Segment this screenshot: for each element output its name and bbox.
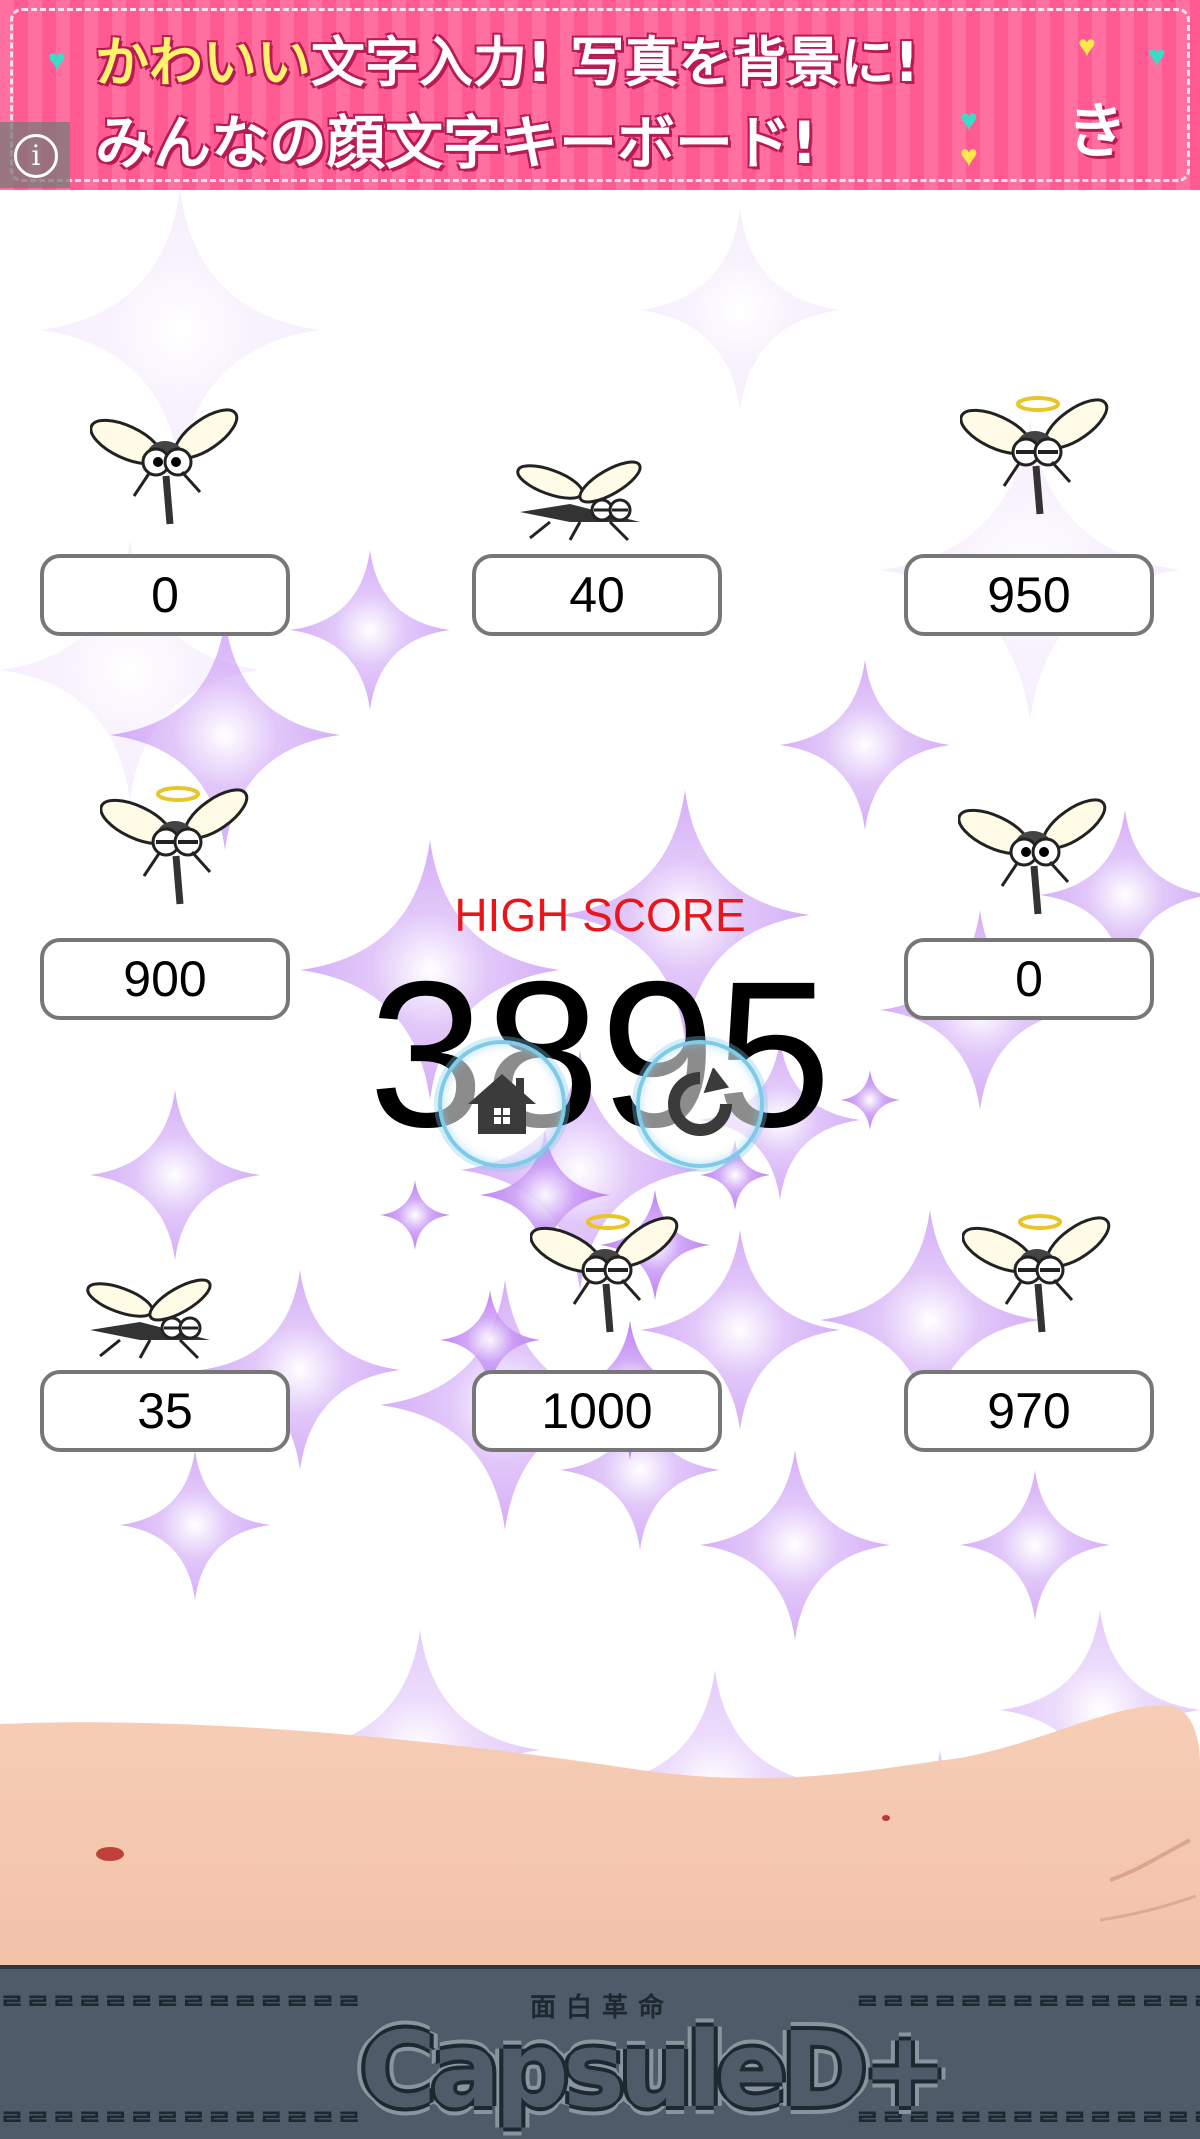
retry-icon <box>668 1068 732 1136</box>
mosquito-icon <box>529 1208 680 1343</box>
mosquito-icon <box>89 400 240 535</box>
score-box: 35 <box>40 1370 290 1452</box>
score-box: 0 <box>40 554 290 636</box>
heart-icon: ♥ <box>960 140 978 173</box>
ad-headline: かわいい文字入力! 写真を背景に! <box>95 31 920 94</box>
brand-name: CapsuleD+ <box>360 2009 949 2131</box>
mosquito-icon <box>80 1270 220 1365</box>
game-area: 0 40 950 900 0 35 1000 970 HIGH SCORE 38… <box>0 190 1200 1965</box>
score-box: 40 <box>472 554 722 636</box>
home-icon <box>468 1074 536 1134</box>
ad-subheadline: みんなの顔文字キーボード! <box>95 109 818 177</box>
retry-button[interactable] <box>636 1040 764 1168</box>
ad-banner[interactable]: ♥ ♥ ♥ ♥ ♥ かわいい文字入力! 写真を背景に! みんなの顔文字キーボード… <box>0 0 1200 190</box>
arm-image <box>0 1705 1200 1965</box>
mosquito-icon <box>961 1208 1112 1343</box>
ad-logo: きゅ? <box>1067 97 1127 167</box>
info-icon: i <box>14 134 58 178</box>
footer-banner[interactable]: ᄅᄅᄅᄅᄅᄅᄅᄅᄅᄅᄅᄅᄅᄅᄅᄅᄅᄅᄅᄅᄅᄅᄅᄅᄅᄅᄅᄅᄅᄅᄅᄅᄅᄅᄅᄅᄅᄅᄅᄅ… <box>0 1965 1200 2139</box>
score-box: 1000 <box>472 1370 722 1452</box>
heart-icon: ♥ <box>1078 30 1096 63</box>
ad-info-button[interactable]: i <box>0 122 70 188</box>
heart-icon: ♥ <box>48 44 66 77</box>
mosquito-icon <box>959 390 1110 525</box>
score-box: 970 <box>904 1370 1154 1452</box>
heart-icon: ♥ <box>960 104 978 137</box>
mosquito-icon <box>510 452 650 547</box>
heart-icon: ♥ <box>1148 40 1166 73</box>
high-score-value: 3895 <box>368 939 832 1171</box>
home-button[interactable] <box>438 1040 566 1168</box>
capsule-logo: 面白革命 CapsuleD+ <box>360 1987 949 2137</box>
high-score-label: HIGH SCORE <box>454 889 746 941</box>
score-box: 950 <box>904 554 1154 636</box>
